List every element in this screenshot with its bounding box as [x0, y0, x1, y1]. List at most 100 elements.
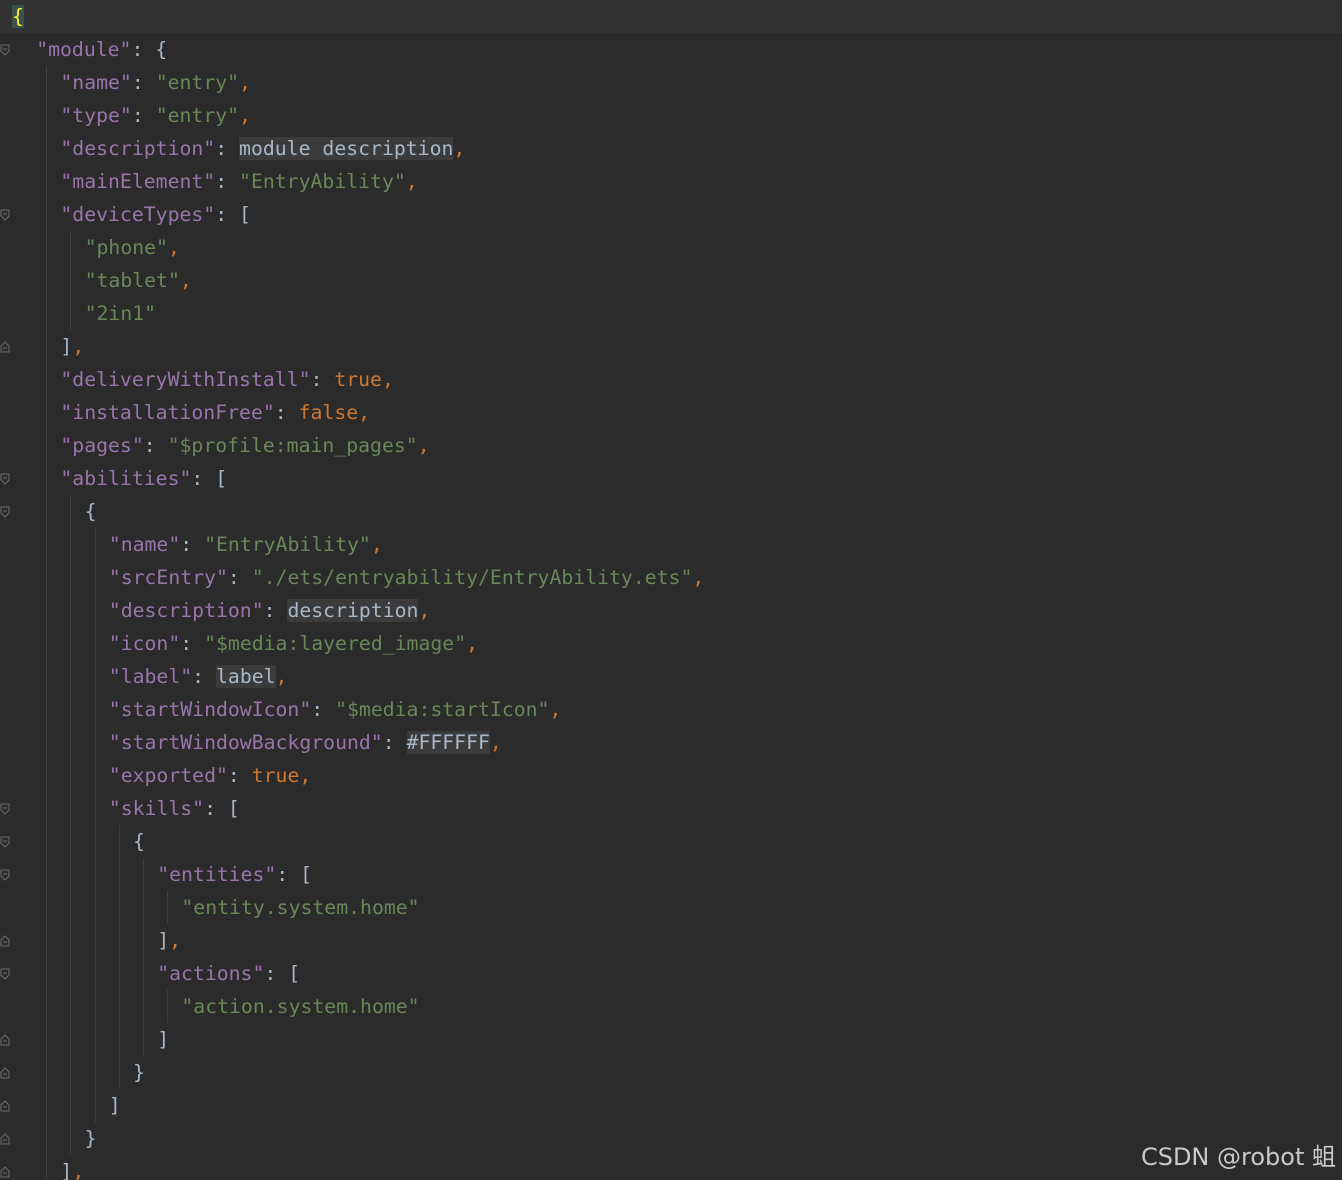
- code-token: "abilities": [60, 467, 192, 490]
- code-token: : [: [191, 467, 228, 490]
- code-token: label: [216, 665, 276, 688]
- indent-guide: [118, 1056, 120, 1089]
- code-line[interactable]: "description": module description,: [0, 132, 1342, 165]
- json-code-editor[interactable]: {"module": {"name": "entry", "type": "ent…: [0, 0, 1342, 1180]
- line-text: "icon": "$media:layered_image",: [109, 627, 478, 660]
- code-token: ,: [72, 1160, 85, 1180]
- indent-guide: [118, 990, 120, 1023]
- code-token: "type": [60, 104, 132, 127]
- code-line[interactable]: "phone",: [0, 231, 1342, 264]
- code-line[interactable]: ]: [0, 1089, 1342, 1122]
- code-line[interactable]: "name": "EntryAbility",: [0, 528, 1342, 561]
- code-line[interactable]: "deviceTypes": [: [0, 198, 1342, 231]
- indent-guide: [46, 594, 48, 627]
- code-line[interactable]: "pages": "$profile:main_pages",: [0, 429, 1342, 462]
- code-token: "pages": [60, 434, 144, 457]
- code-line[interactable]: "mainElement": "EntryAbility",: [0, 165, 1342, 198]
- code-line[interactable]: "startWindowIcon": "$media:startIcon",: [0, 693, 1342, 726]
- code-token: :: [192, 665, 216, 688]
- code-token: false: [298, 401, 359, 424]
- code-line[interactable]: "startWindowBackground": #FFFFFF,: [0, 726, 1342, 759]
- code-token: ,: [381, 368, 394, 391]
- code-line[interactable]: "installationFree": false,: [0, 396, 1342, 429]
- indent-guide: [46, 66, 48, 99]
- code-line[interactable]: "description": description,: [0, 594, 1342, 627]
- code-token: "name": [60, 71, 132, 94]
- indent-guide: [46, 1089, 48, 1122]
- code-token: ,: [358, 401, 371, 424]
- indent-guide: [70, 1023, 72, 1056]
- code-line[interactable]: "type": "entry",: [0, 99, 1342, 132]
- code-token: "action.system.home": [181, 995, 420, 1018]
- code-token: }: [84, 1127, 97, 1150]
- code-token: "label": [108, 665, 193, 688]
- line-text: "mainElement": "EntryAbility",: [60, 165, 417, 198]
- line-text: {: [133, 825, 145, 858]
- indent-guide: [70, 924, 72, 957]
- code-line[interactable]: "2in1": [0, 297, 1342, 330]
- line-text: ]: [109, 1089, 121, 1122]
- indent-guide: [46, 891, 48, 924]
- indent-guide: [118, 825, 120, 858]
- code-line[interactable]: "action.system.home": [0, 990, 1342, 1023]
- code-token: "description": [60, 137, 216, 160]
- indent-guide: [46, 1122, 48, 1155]
- code-token: :: [180, 632, 205, 655]
- indent-guide: [143, 1023, 144, 1056]
- code-line[interactable]: "tablet",: [0, 264, 1342, 297]
- indent-guide: [94, 858, 96, 891]
- indent-guide: [94, 825, 96, 858]
- indent-guide: [94, 990, 96, 1023]
- code-token: "exported": [108, 764, 228, 787]
- indent-guide: [143, 990, 144, 1023]
- line-text: }: [85, 1122, 97, 1155]
- code-token: "startWindowBackground": [108, 731, 383, 754]
- code-line[interactable]: "entity.system.home": [0, 891, 1342, 924]
- indent-guide: [46, 363, 48, 396]
- code-token: "deviceTypes": [60, 203, 216, 226]
- code-line[interactable]: "exported": true,: [0, 759, 1342, 792]
- code-token: ,: [239, 104, 251, 127]
- line-text: "module": {: [36, 33, 167, 66]
- indent-guide: [46, 660, 48, 693]
- code-line[interactable]: "skills": [: [0, 792, 1342, 825]
- code-token: : [: [215, 203, 251, 226]
- line-text: "deliveryWithInstall": true,: [60, 363, 394, 396]
- code-line[interactable]: "name": "entry",: [0, 66, 1342, 99]
- code-line[interactable]: "label": label,: [0, 660, 1342, 693]
- indent-guide: [118, 924, 120, 957]
- code-line[interactable]: ],: [0, 330, 1342, 363]
- indent-guide: [46, 297, 48, 330]
- code-token: "name": [108, 533, 181, 556]
- code-line[interactable]: "srcEntry": "./ets/entryability/EntryAbi…: [0, 561, 1342, 594]
- code-line[interactable]: ],: [0, 924, 1342, 957]
- indent-guide: [46, 198, 48, 231]
- code-line[interactable]: "deliveryWithInstall": true,: [0, 363, 1342, 396]
- line-text: }: [133, 1056, 145, 1089]
- indent-guide: [46, 99, 48, 132]
- code-line[interactable]: }: [0, 1056, 1342, 1089]
- indent-guide: [70, 990, 72, 1023]
- code-line[interactable]: "actions": [: [0, 957, 1342, 990]
- code-area[interactable]: {"module": {"name": "entry", "type": "ent…: [0, 0, 1342, 1180]
- indent-guide: [118, 891, 120, 924]
- code-token: :: [311, 698, 336, 721]
- indent-guide: [94, 627, 96, 660]
- code-line[interactable]: ]: [0, 1023, 1342, 1056]
- indent-guide: [70, 660, 72, 693]
- code-token: "tablet": [84, 269, 180, 292]
- indent-guide: [46, 231, 48, 264]
- code-line[interactable]: "icon": "$media:layered_image",: [0, 627, 1342, 660]
- code-token: ,: [179, 269, 192, 292]
- line-text: "srcEntry": "./ets/entryability/EntryAbi…: [109, 561, 705, 594]
- code-line[interactable]: "abilities": [: [0, 462, 1342, 495]
- code-line[interactable]: "entities": [: [0, 858, 1342, 891]
- code-line[interactable]: {: [0, 0, 1342, 33]
- code-token: ]: [157, 1028, 170, 1051]
- line-text: "phone",: [85, 231, 180, 264]
- code-line[interactable]: {: [0, 495, 1342, 528]
- code-token: ,: [417, 434, 430, 457]
- code-line[interactable]: {: [0, 825, 1342, 858]
- code-line[interactable]: "module": {: [0, 33, 1342, 66]
- indent-guide: [46, 924, 48, 957]
